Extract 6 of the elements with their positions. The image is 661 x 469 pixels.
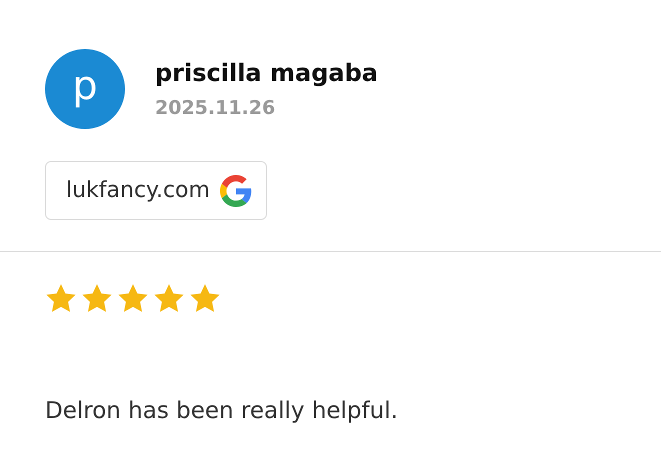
review-text: Delron has been really helpful. xyxy=(45,398,399,424)
review-date: 2025.11.26 xyxy=(155,97,276,119)
source-site: lukfancy.com xyxy=(66,178,210,203)
avatar: p xyxy=(45,49,125,129)
author-name: priscilla magaba xyxy=(155,59,378,87)
google-g-icon xyxy=(220,174,252,206)
